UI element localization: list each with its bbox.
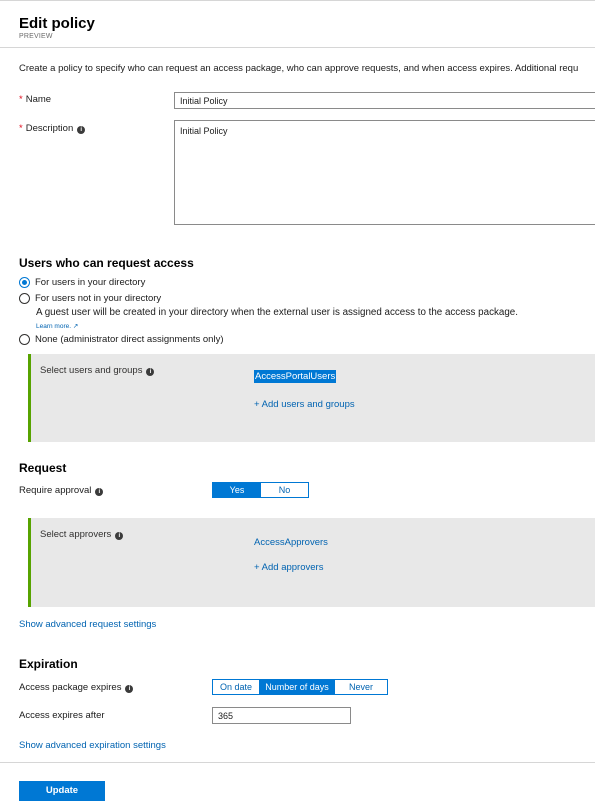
info-icon[interactable]: i <box>125 685 134 693</box>
expiration-section-title: Expiration <box>19 657 78 671</box>
select-approvers-label-text: Select approvers <box>40 529 112 540</box>
users-section-title: Users who can request access <box>19 256 194 270</box>
require-approval-toggle[interactable]: Yes No <box>212 482 309 498</box>
radio-label: For users not in your directory <box>35 293 162 304</box>
toggle-on-date[interactable]: On date <box>213 680 259 694</box>
info-icon[interactable]: i <box>115 532 124 540</box>
select-users-label-text: Select users and groups <box>40 365 143 376</box>
radio-label: For users in your directory <box>35 277 146 288</box>
info-icon[interactable]: i <box>95 488 104 496</box>
description-label-text: Description <box>25 123 74 134</box>
blade-header: Edit policy PREVIEW <box>0 0 595 48</box>
advanced-expiration-settings-link[interactable]: Show advanced expiration settings <box>19 740 166 751</box>
expires-after-input[interactable]: 365 <box>212 707 351 724</box>
toggle-never[interactable]: Never <box>335 680 387 694</box>
radio-button[interactable] <box>19 277 30 288</box>
description-label: * Description i <box>19 123 86 134</box>
users-groups-panel: Select users and groups i AccessPortalUse… <box>28 354 595 442</box>
info-icon[interactable]: i <box>77 126 86 134</box>
selected-approvers[interactable]: AccessApprovers <box>254 537 328 548</box>
update-button[interactable]: Update <box>19 781 105 801</box>
description-textarea[interactable]: Initial Policy <box>174 120 595 225</box>
package-expires-label: Access package expires i <box>19 682 134 693</box>
require-approval-label-text: Require approval <box>19 485 92 496</box>
package-expires-label-text: Access package expires <box>19 682 122 693</box>
guest-user-note: A guest user will be created in your dir… <box>36 307 518 318</box>
add-users-groups-link[interactable]: + Add users and groups <box>254 399 355 410</box>
expires-after-label: Access expires after <box>19 710 105 721</box>
select-users-label: Select users and groups i <box>40 365 155 376</box>
info-icon[interactable]: i <box>146 368 155 376</box>
radio-label: None (administrator direct assignments o… <box>35 334 224 345</box>
radio-button[interactable] <box>19 293 30 304</box>
page-title: Edit policy <box>19 15 95 32</box>
request-section-title: Request <box>19 461 67 475</box>
preview-label: PREVIEW <box>19 33 53 40</box>
approvers-panel: Select approvers i AccessApprovers + Add … <box>28 518 595 607</box>
selected-group[interactable]: AccessPortalUsers <box>254 370 337 383</box>
required-asterisk: * <box>19 94 23 105</box>
add-approvers-link[interactable]: + Add approvers <box>254 562 323 573</box>
radio-none-admin[interactable]: None (administrator direct assignments o… <box>19 334 224 345</box>
radio-users-in-directory[interactable]: For users in your directory <box>19 277 145 288</box>
external-link-icon: ↗ <box>72 323 79 330</box>
advanced-request-settings-link[interactable]: Show advanced request settings <box>19 619 156 630</box>
name-input[interactable]: Initial Policy <box>174 92 595 109</box>
require-approval-label: Require approval i <box>19 485 104 496</box>
selected-group-text: AccessPortalUsers <box>254 370 337 383</box>
learn-more-text: Learn more. <box>36 323 72 330</box>
name-label-text: Name <box>25 94 52 105</box>
footer-divider <box>0 762 595 763</box>
toggle-yes[interactable]: Yes <box>213 483 261 497</box>
toggle-number-of-days[interactable]: Number of days <box>259 680 335 694</box>
intro-text: Create a policy to specify who can reque… <box>19 63 579 74</box>
name-label: * Name <box>19 94 51 105</box>
required-asterisk: * <box>19 123 23 134</box>
expires-toggle[interactable]: On date Number of days Never <box>212 679 388 695</box>
learn-more-link[interactable]: Learn more. ↗ <box>36 322 78 330</box>
toggle-no[interactable]: No <box>261 483 308 497</box>
radio-button[interactable] <box>19 334 30 345</box>
select-approvers-label: Select approvers i <box>40 529 124 540</box>
radio-users-not-in-directory[interactable]: For users not in your directory <box>19 293 161 304</box>
